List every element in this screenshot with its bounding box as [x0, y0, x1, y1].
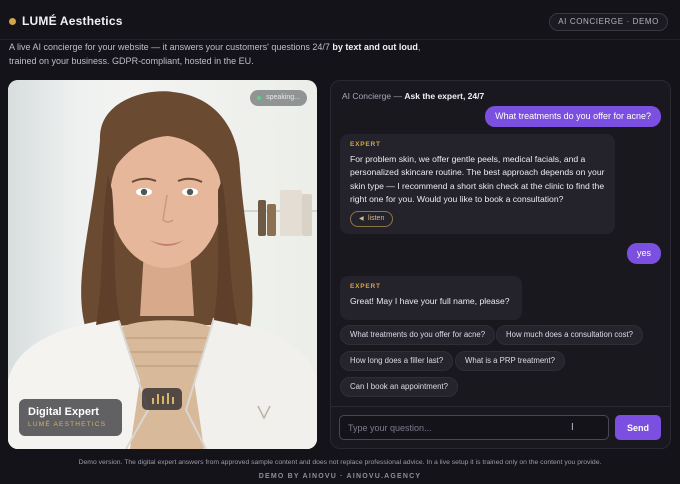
equalizer-bar	[172, 397, 174, 404]
listen-button[interactable]: ◀ listen	[350, 211, 394, 228]
send-button[interactable]: Send	[615, 415, 661, 440]
expert-tag: EXPERT	[350, 283, 381, 290]
suggestion-chip[interactable]: What treatments do you offer for acne?	[340, 325, 496, 345]
speaking-label: speaking...	[266, 94, 300, 101]
equalizer-bar	[157, 394, 159, 404]
chat-panel: AI Concierge — Ask the expert, 24/7 What…	[330, 80, 671, 449]
speaking-dot-icon	[257, 96, 262, 100]
expert-message: EXPERT Great! May I have your full name,…	[340, 276, 522, 320]
disclaimer: Demo version. The digital expert answers…	[78, 459, 602, 466]
question-input[interactable]	[339, 415, 609, 440]
audio-equalizer-icon	[142, 388, 182, 410]
suggestion-chip[interactable]: How much does a consultation cost?	[496, 325, 643, 345]
chat-header-title: Ask the expert, 24/7	[404, 91, 485, 101]
intro-text-bold: by text and out loud	[332, 42, 418, 52]
name-card: Digital Expert LUMÉ AESTHETICS	[19, 399, 122, 436]
app-header: LUMÉ Aesthetics AI CONCIERGE · DEMO	[0, 0, 680, 40]
intro-text-part1: A live AI concierge for your website — i…	[9, 42, 333, 52]
equalizer-bar	[167, 393, 169, 404]
avatar-video: speaking... Digital Expert LUMÉ AESTHETI…	[8, 80, 317, 449]
expert-tag: EXPERT	[350, 141, 381, 148]
speaking-indicator: speaking...	[250, 90, 307, 106]
speaker-icon: ◀	[359, 216, 364, 223]
chat-header-prefix: AI Concierge —	[342, 91, 405, 101]
brand-name: LUMÉ Aesthetics	[22, 14, 123, 28]
equalizer-bar	[152, 398, 154, 404]
chat-header: AI Concierge — Ask the expert, 24/7	[342, 91, 484, 101]
intro-text: A live AI concierge for your website — i…	[9, 40, 429, 68]
demo-badge: AI CONCIERGE · DEMO	[549, 13, 668, 31]
expert-message-text: Great! May I have your full name, please…	[350, 296, 510, 306]
text-cursor-icon: I	[571, 422, 574, 433]
chat-input-row: I Send	[331, 406, 670, 448]
suggestion-chip[interactable]: What is a PRP treatment?	[455, 351, 565, 371]
user-message: What treatments do you offer for acne?	[485, 106, 661, 127]
suggestion-chip[interactable]: How long does a filler last?	[340, 351, 454, 371]
expert-name: Digital Expert	[28, 406, 99, 418]
expert-message-text: For problem skin, we offer gentle peels,…	[350, 154, 605, 204]
brand-dot-icon	[9, 18, 16, 25]
suggestion-chip[interactable]: Can I book an appointment?	[340, 377, 458, 397]
expert-brand: LUMÉ AESTHETICS	[28, 421, 107, 428]
credit-link[interactable]: DEMO BY AINOVU · AINOVU.AGENCY	[0, 473, 680, 480]
expert-message: EXPERT For problem skin, we offer gentle…	[340, 134, 615, 235]
listen-label: listen	[368, 215, 385, 223]
equalizer-bar	[162, 396, 164, 404]
user-message: yes	[626, 243, 661, 264]
